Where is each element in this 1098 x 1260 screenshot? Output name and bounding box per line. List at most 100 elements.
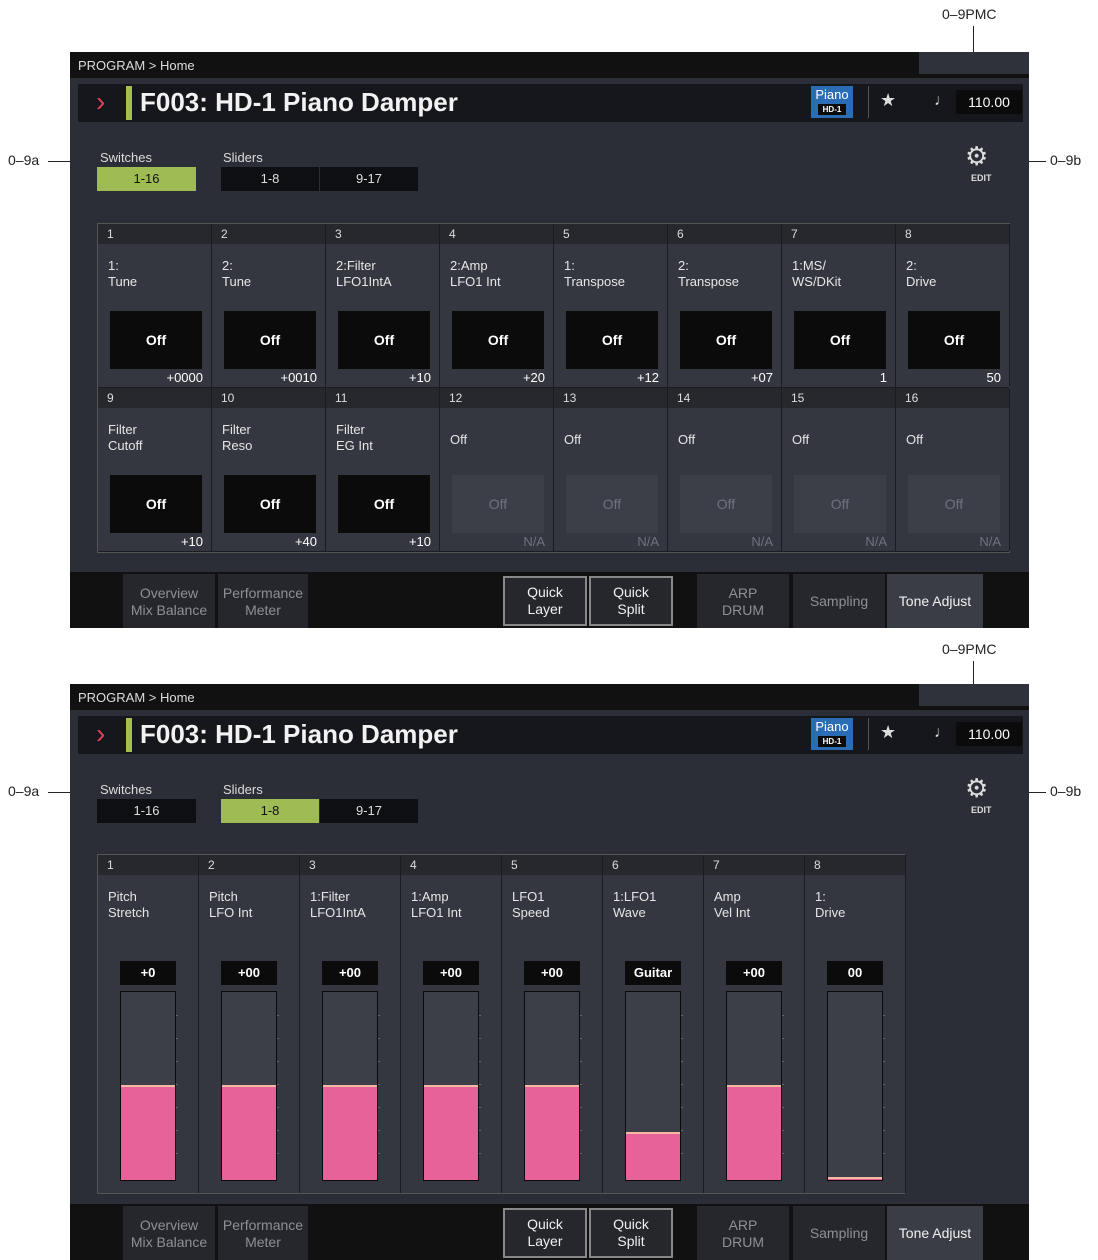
- switches-1-16-button[interactable]: 1-16: [97, 799, 196, 823]
- chevron-right-icon[interactable]: ›: [96, 718, 105, 750]
- switch-number: 7: [782, 224, 895, 244]
- quick-split-button[interactable]: Quick Split: [589, 576, 673, 626]
- page-title[interactable]: F003: HD-1 Piano Damper: [140, 719, 458, 750]
- switch-button[interactable]: Off: [908, 475, 1000, 533]
- switch-button[interactable]: Off: [908, 311, 1000, 369]
- category-badge[interactable]: Piano HD-1: [811, 86, 853, 118]
- switch-cell: 12 Off Off N/A: [440, 388, 554, 551]
- tempo-value[interactable]: 110.00: [956, 722, 1022, 746]
- tab-tone-adjust[interactable]: Tone Adjust: [887, 574, 983, 628]
- switch-button[interactable]: Off: [794, 475, 886, 533]
- switch-button[interactable]: Off: [110, 311, 202, 369]
- gear-icon[interactable]: ⚙: [965, 141, 988, 172]
- quick-layer-button[interactable]: Quick Layer: [503, 576, 587, 626]
- title-accent: [126, 86, 132, 120]
- switch-cell: 5 1: Transpose Off +12: [554, 224, 668, 387]
- slider-track[interactable]: [120, 991, 178, 1181]
- star-icon[interactable]: ★: [880, 722, 896, 743]
- switch-button[interactable]: Off: [566, 311, 658, 369]
- tab-tone-adjust[interactable]: Tone Adjust: [887, 1206, 983, 1260]
- switch-button[interactable]: Off: [680, 475, 772, 533]
- slider-track[interactable]: [221, 991, 279, 1181]
- tab-overview[interactable]: Overview Mix Balance: [123, 1206, 215, 1260]
- tempo-value[interactable]: 110.00: [956, 90, 1022, 114]
- sliders-9-17-button[interactable]: 9-17: [320, 799, 418, 823]
- divider: [868, 86, 869, 118]
- slider-number: 7: [704, 855, 804, 875]
- slider-tick: [782, 1153, 784, 1154]
- switch-cell: 6 2: Transpose Off +07: [668, 224, 782, 387]
- slider-track[interactable]: [524, 991, 582, 1181]
- switch-name: Off: [564, 432, 582, 447]
- slider-cell: 6 1:LFO1 Wave Guitar: [603, 855, 704, 1193]
- tab-overview[interactable]: Overview Mix Balance: [123, 574, 215, 628]
- slider-track[interactable]: [726, 991, 784, 1181]
- quick-layer-button[interactable]: Quick Layer: [503, 1208, 587, 1258]
- switch-cell: 11 Filter EG Int Off +10: [326, 388, 440, 551]
- category-label: Piano: [815, 87, 849, 102]
- tab-performance-meter[interactable]: Performance Meter: [218, 574, 308, 628]
- tab-sampling[interactable]: Sampling: [793, 1206, 885, 1260]
- slider-name: Pitch Stretch: [108, 889, 150, 920]
- category-label: Piano: [815, 719, 849, 734]
- slider-tick: [580, 1107, 582, 1108]
- switch-button[interactable]: Off: [224, 475, 316, 533]
- tab-label: Performance: [222, 585, 304, 601]
- page-title[interactable]: F003: HD-1 Piano Damper: [140, 87, 458, 118]
- tab-label: Performance: [222, 1217, 304, 1233]
- switch-button[interactable]: Off: [566, 475, 658, 533]
- title-bar: › F003: HD-1 Piano Damper Piano HD-1 ★ ♩…: [78, 716, 1023, 754]
- switch-button[interactable]: Off: [110, 475, 202, 533]
- top-bar: PROGRAM > Home ⌄: [70, 684, 1029, 710]
- gear-icon[interactable]: ⚙: [965, 773, 988, 804]
- pmc-tab[interactable]: ⌄: [919, 684, 1029, 706]
- slider-fill: [626, 1131, 680, 1180]
- switches-1-16-button[interactable]: 1-16: [97, 167, 196, 191]
- slider-value[interactable]: +00: [726, 961, 782, 985]
- slider-value[interactable]: +00: [524, 961, 580, 985]
- slider-value[interactable]: +00: [221, 961, 277, 985]
- switch-button[interactable]: Off: [452, 311, 544, 369]
- tab-performance-meter[interactable]: Performance Meter: [218, 1206, 308, 1260]
- star-icon[interactable]: ★: [880, 90, 896, 111]
- slider-value[interactable]: 00: [827, 961, 883, 985]
- slider-value[interactable]: +00: [423, 961, 479, 985]
- switch-button[interactable]: Off: [794, 311, 886, 369]
- slider-tick: [277, 1107, 279, 1108]
- tab-sampling[interactable]: Sampling: [793, 574, 885, 628]
- slider-value[interactable]: Guitar: [625, 961, 681, 985]
- tab-arp-drum[interactable]: ARP DRUM: [697, 574, 789, 628]
- switch-number: 1: [98, 224, 211, 244]
- slider-value[interactable]: +0: [120, 961, 176, 985]
- switch-button[interactable]: Off: [680, 311, 772, 369]
- slider-number: 6: [603, 855, 703, 875]
- sliders-9-17-button[interactable]: 9-17: [320, 167, 418, 191]
- switch-button[interactable]: Off: [224, 311, 316, 369]
- switch-button[interactable]: Off: [338, 311, 430, 369]
- tab-label: ARP: [728, 1217, 758, 1233]
- slider-tick: [277, 1038, 279, 1039]
- sliders-1-8-button[interactable]: 1-8: [221, 167, 319, 191]
- sliders-1-8-button[interactable]: 1-8: [221, 799, 319, 823]
- slider-track[interactable]: [625, 991, 683, 1181]
- sliders-label: Sliders: [223, 782, 263, 797]
- sliders-label: Sliders: [223, 150, 263, 165]
- switch-button[interactable]: Off: [452, 475, 544, 533]
- chevron-right-icon[interactable]: ›: [96, 86, 105, 118]
- switch-number: 16: [896, 388, 1009, 408]
- category-badge[interactable]: Piano HD-1: [811, 718, 853, 750]
- slider-tick: [782, 1084, 784, 1085]
- tab-label: Split: [617, 1233, 645, 1249]
- pmc-tab[interactable]: ⌄: [919, 52, 1029, 74]
- quick-split-button[interactable]: Quick Split: [589, 1208, 673, 1258]
- slider-track[interactable]: [322, 991, 380, 1181]
- engine-label: HD-1: [818, 736, 846, 747]
- slider-tick: [681, 1107, 683, 1108]
- slider-value[interactable]: +00: [322, 961, 378, 985]
- switch-button[interactable]: Off: [338, 475, 430, 533]
- slider-track[interactable]: [827, 991, 885, 1181]
- slider-track[interactable]: [423, 991, 481, 1181]
- tab-arp-drum[interactable]: ARP DRUM: [697, 1206, 789, 1260]
- slider-tick: [681, 1015, 683, 1016]
- slider-name: LFO1 Speed: [512, 889, 550, 920]
